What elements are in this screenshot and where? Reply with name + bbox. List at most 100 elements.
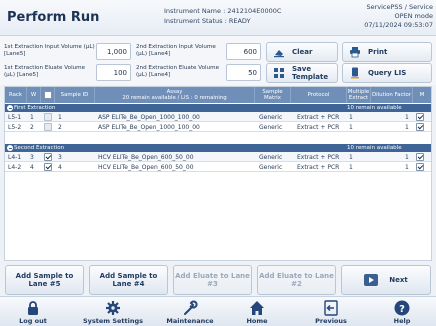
assay-cell[interactable]: HCV ELITe_Be_Open_600_50_00 xyxy=(98,153,194,162)
first-input-field[interactable]: 1,000 xyxy=(96,43,131,60)
collapse-icon[interactable] xyxy=(7,145,13,151)
select-all-checkbox[interactable] xyxy=(43,91,52,99)
print-label: Print xyxy=(368,48,388,56)
previous-icon xyxy=(323,300,339,316)
print-button[interactable]: Print xyxy=(342,42,432,62)
table-row[interactable]: L5-2 2 2 ASP ELITe_Be_Open_1000_100_00 G… xyxy=(5,122,431,132)
m-checkbox[interactable] xyxy=(416,123,424,131)
multiple-extract-cell[interactable]: 1 xyxy=(349,163,353,172)
column-header-rack[interactable]: Rack xyxy=(5,87,27,103)
well-cell: 2 xyxy=(30,124,34,131)
clear-button[interactable]: Clear xyxy=(266,42,338,62)
instrument-name: Instrument Name : 2412104E0000C xyxy=(164,7,282,15)
assay-cell[interactable]: ASP ELITe_Be_Open_1000_100_00 xyxy=(98,113,200,122)
collapse-icon[interactable] xyxy=(7,105,13,111)
save-template-button[interactable]: Save Template xyxy=(266,63,338,83)
rack-cell: L4-2 xyxy=(8,164,22,171)
column-header-m[interactable]: M xyxy=(413,87,431,103)
section-title: Second Extraction xyxy=(14,145,65,151)
system-settings-label: System Settings xyxy=(82,317,144,325)
assay-cell[interactable]: ASP ELITe_Be_Open_1000_100_00 xyxy=(98,123,200,132)
second-eluate-field[interactable]: 50 xyxy=(226,64,261,81)
section-second-extraction[interactable]: Second Extraction 10 remain available xyxy=(5,144,431,152)
m-checkbox[interactable] xyxy=(416,163,424,171)
rack-cell: L5-2 xyxy=(8,124,22,131)
row-checkbox[interactable] xyxy=(44,113,52,121)
section-first-extraction[interactable]: First Extraction 10 remain available xyxy=(5,104,431,112)
multiple-extract-cell[interactable]: 1 xyxy=(349,153,353,162)
clear-icon xyxy=(273,46,285,58)
column-header-sample-matrix[interactable]: Sample Matrix xyxy=(255,87,291,103)
multiple-extract-cell[interactable]: 1 xyxy=(349,123,353,132)
clear-label: Clear xyxy=(292,48,313,56)
m-checkbox[interactable] xyxy=(416,153,424,161)
column-header-w[interactable]: W xyxy=(27,87,41,103)
protocol-cell[interactable]: Extract + PCR xyxy=(297,113,339,122)
header: Perform Run Instrument Name : 2412104E00… xyxy=(0,0,436,36)
column-header-dilution-factor[interactable]: Dilution Factor xyxy=(371,87,413,103)
maintenance-label: Maintenance xyxy=(166,317,214,325)
dilution-cell[interactable]: 1 xyxy=(405,123,409,132)
protocol-cell[interactable]: Extract + PCR xyxy=(297,123,339,132)
column-header-multiple-extract[interactable]: Multiple Extract xyxy=(347,87,371,103)
table-row[interactable]: L4-1 3 3 HCV ELITe_Be_Open_600_50_00 Gen… xyxy=(5,152,431,162)
m-checkbox[interactable] xyxy=(416,113,424,121)
well-cell: 3 xyxy=(30,154,34,161)
protocol-cell[interactable]: Extract + PCR xyxy=(297,153,339,162)
previous-label: Previous xyxy=(315,317,347,325)
dilution-cell[interactable]: 1 xyxy=(405,113,409,122)
sample-id-cell[interactable]: 3 xyxy=(58,153,62,162)
lock-icon xyxy=(25,300,41,316)
multiple-extract-cell[interactable]: 1 xyxy=(349,113,353,122)
table-row[interactable]: L5-1 1 1 ASP ELITe_Be_Open_1000_100_00 G… xyxy=(5,112,431,122)
next-arrow-icon xyxy=(364,274,379,286)
row-checkbox[interactable] xyxy=(44,153,52,161)
protocol-cell[interactable]: Extract + PCR xyxy=(297,163,339,172)
add-sample-lane5-button[interactable]: Add Sample to Lane #5 xyxy=(5,265,84,295)
column-header-select-all[interactable] xyxy=(41,87,55,103)
table-row[interactable]: L4-2 4 4 HCV ELITe_Be_Open_600_50_00 Gen… xyxy=(5,162,431,172)
session-info: ServicePSS / Service OPEN mode 07/11/202… xyxy=(364,3,433,30)
add-eluate-lane2-button[interactable]: Add Eluate to Lane #2 xyxy=(257,265,336,295)
add-eluate-lane3-button[interactable]: Add Eluate to Lane #3 xyxy=(173,265,252,295)
add-sample-lane4-button[interactable]: Add Sample to Lane #4 xyxy=(89,265,168,295)
system-settings-button[interactable]: System Settings xyxy=(72,297,154,326)
sample-id-cell[interactable]: 1 xyxy=(58,113,62,122)
query-lis-button[interactable]: Query LIS xyxy=(342,63,432,83)
extraction-parameters: 1st Extraction Input Volume (µL) [Lane5]… xyxy=(0,36,436,85)
sample-id-cell[interactable]: 2 xyxy=(58,123,62,132)
print-icon xyxy=(349,46,361,58)
mode-label: OPEN mode xyxy=(394,12,433,20)
help-button[interactable]: ? Help xyxy=(372,297,432,326)
datetime-label: 07/11/2024 09:53:07 xyxy=(364,21,433,29)
column-header-assay[interactable]: Assay 20 remain available / LIS : 0 rema… xyxy=(95,87,255,103)
assay-cell[interactable]: HCV ELITe_Be_Open_600_50_00 xyxy=(98,163,194,172)
previous-button[interactable]: Previous xyxy=(292,297,370,326)
column-header-protocol[interactable]: Protocol xyxy=(291,87,347,103)
second-input-field[interactable]: 600 xyxy=(226,43,261,60)
second-eluate-label: 2nd Extraction Eluate Volume (µL) [Lane4… xyxy=(136,65,220,78)
section-remaining: 10 remain available xyxy=(347,105,402,111)
first-eluate-label: 1st Extraction Eluate Volume (µL) [Lane5… xyxy=(4,65,86,78)
help-icon: ? xyxy=(394,300,410,316)
first-eluate-field[interactable]: 100 xyxy=(96,64,131,81)
matrix-cell[interactable]: Generic xyxy=(259,123,282,132)
user-label: ServicePSS / Service xyxy=(366,3,433,11)
row-checkbox[interactable] xyxy=(44,123,52,131)
home-button[interactable]: Home xyxy=(226,297,288,326)
logout-button[interactable]: Log out xyxy=(2,297,64,326)
dilution-cell[interactable]: 1 xyxy=(405,153,409,162)
dilution-cell[interactable]: 1 xyxy=(405,163,409,172)
matrix-cell[interactable]: Generic xyxy=(259,153,282,162)
table-header: Rack W Sample ID Assay 20 remain availab… xyxy=(5,87,431,103)
maintenance-button[interactable]: Maintenance xyxy=(154,297,226,326)
wrench-icon xyxy=(182,300,198,316)
row-checkbox[interactable] xyxy=(44,163,52,171)
sample-table: Rack W Sample ID Assay 20 remain availab… xyxy=(4,86,432,261)
sample-id-cell[interactable]: 4 xyxy=(58,163,62,172)
next-button[interactable]: Next xyxy=(341,265,431,295)
matrix-cell[interactable]: Generic xyxy=(259,163,282,172)
column-header-sample-id[interactable]: Sample ID xyxy=(55,87,95,103)
matrix-cell[interactable]: Generic xyxy=(259,113,282,122)
query-lis-label: Query LIS xyxy=(368,69,407,77)
